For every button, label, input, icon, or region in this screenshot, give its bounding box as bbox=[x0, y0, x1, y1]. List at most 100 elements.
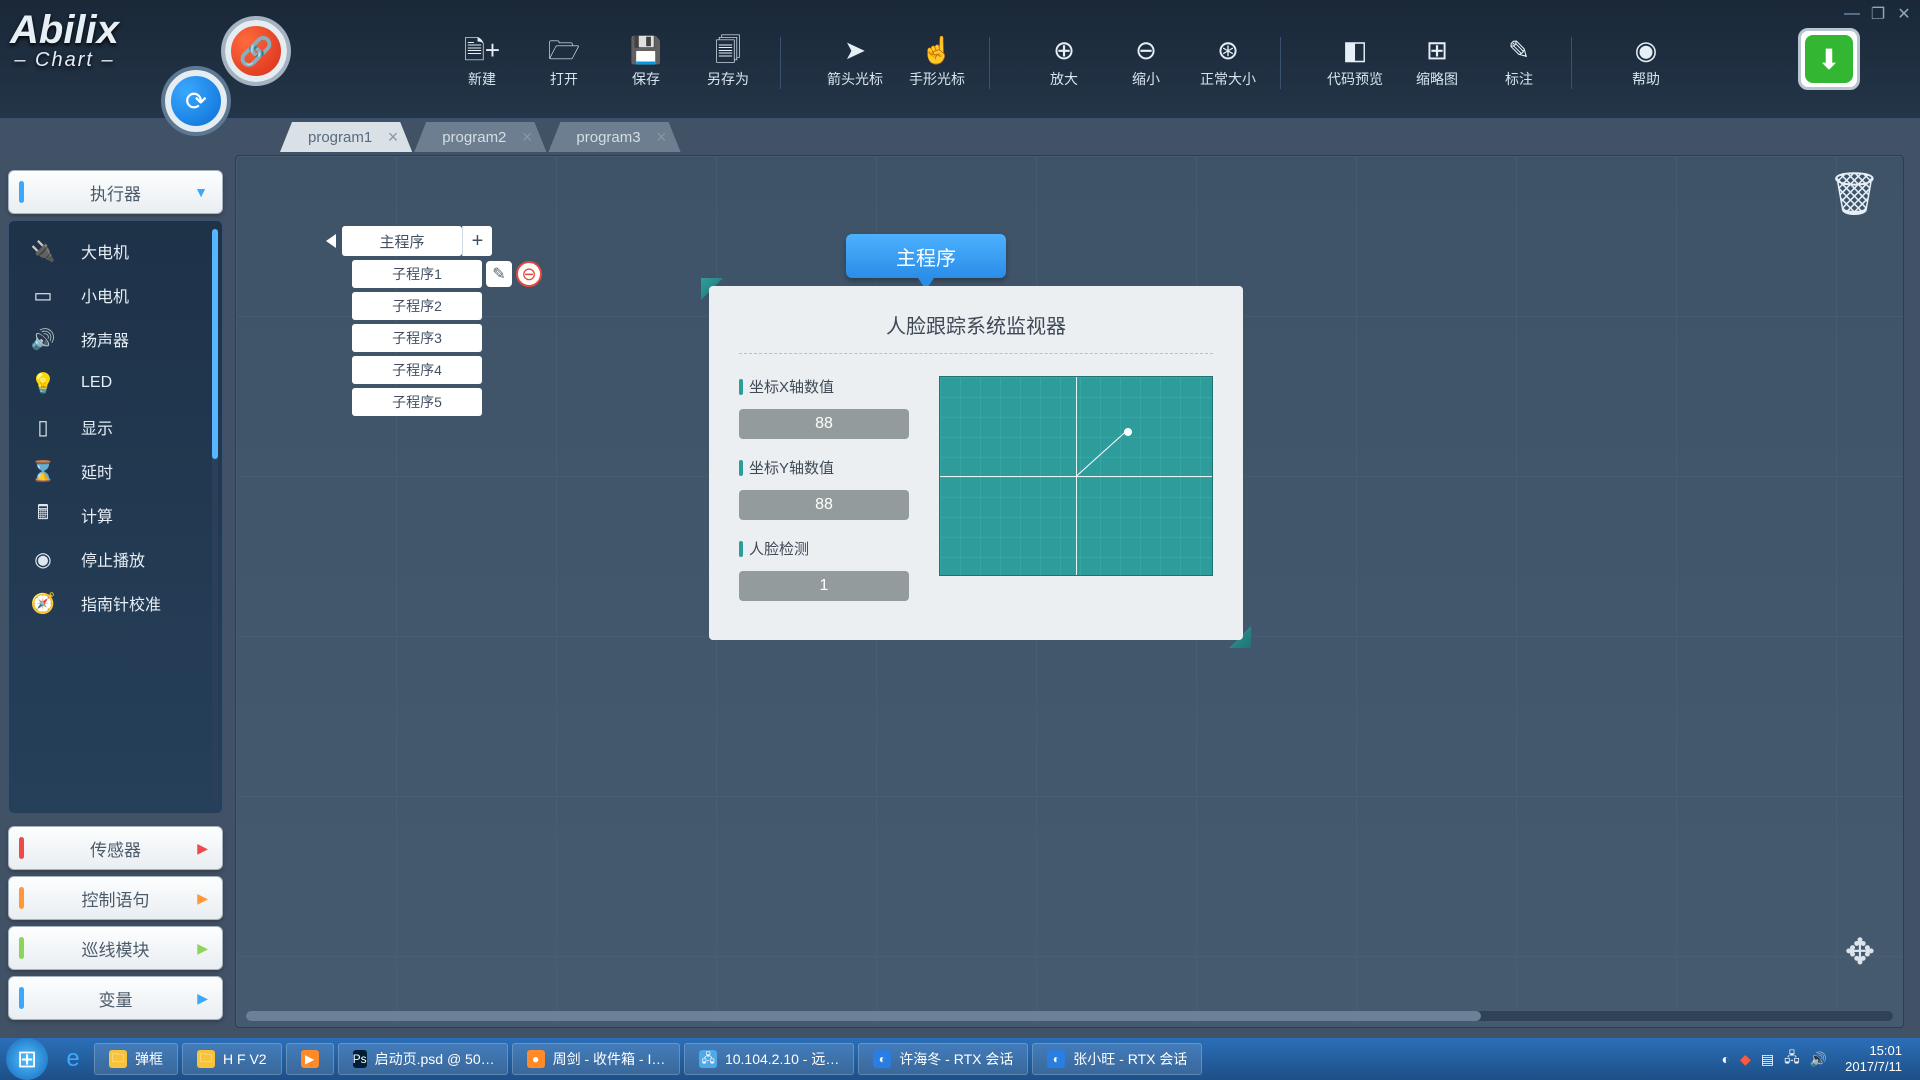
panel-header-控制语句[interactable]: 控制语句▶ bbox=[8, 876, 223, 920]
toolbar-label: 打开 bbox=[550, 69, 578, 89]
collapse-icon[interactable] bbox=[326, 234, 336, 248]
toolbar-放大[interactable]: ⊕放大 bbox=[1034, 37, 1094, 89]
system-tray[interactable]: ◐ ◆ ▤ 🖧 🔊 15:01 2017/7/11 bbox=[1722, 1043, 1920, 1074]
taskbar-app-icon: 🖧 bbox=[699, 1050, 717, 1068]
component-延时[interactable]: ⌛延时 bbox=[9, 449, 222, 493]
component-停止播放[interactable]: ◉ 停止播放 bbox=[9, 537, 222, 581]
toolbar-新建[interactable]: 🗎+新建 bbox=[452, 37, 512, 89]
download-button[interactable]: ⬇ bbox=[1798, 28, 1860, 90]
component-大电机[interactable]: 🔌大电机 bbox=[9, 229, 222, 273]
taskbar-item[interactable]: 🗀H F V2 bbox=[182, 1043, 282, 1075]
panel-header-active[interactable]: 执行器 ▼ bbox=[8, 170, 223, 214]
network-icon[interactable]: 🖧 bbox=[1784, 1047, 1800, 1071]
close-button[interactable]: ✕ bbox=[1892, 4, 1916, 24]
subprogram-item[interactable]: 子程序4 bbox=[352, 356, 482, 384]
taskbar-app-icon: 🗀 bbox=[197, 1050, 215, 1068]
toolbar-打开[interactable]: 🗁打开 bbox=[534, 37, 594, 89]
connect-button[interactable]: 🔗 bbox=[225, 20, 287, 82]
program-tree-main[interactable]: 主程序 + bbox=[326, 226, 492, 256]
toolbar-缩略图[interactable]: ⊞缩略图 bbox=[1407, 37, 1467, 89]
windows-taskbar: ⊞ e 🗀弹框🗀H F V2▶Ps启动页.psd @ 50…●周剑 - 收件箱 … bbox=[0, 1038, 1920, 1080]
chevron-right-icon: ▶ bbox=[197, 940, 208, 957]
taskbar-item[interactable]: Ps启动页.psd @ 50… bbox=[338, 1043, 508, 1075]
tray-icon[interactable]: ◐ bbox=[1722, 1051, 1730, 1067]
start-button[interactable]: ⊞ bbox=[6, 1038, 48, 1080]
toolbar-代码预览[interactable]: ◧代码预览 bbox=[1325, 37, 1385, 89]
tab-label: program2 bbox=[442, 129, 506, 146]
taskbar-clock[interactable]: 15:01 2017/7/11 bbox=[1837, 1043, 1910, 1074]
delete-subprogram-button[interactable]: ⊖ bbox=[516, 261, 542, 287]
toolbar-标注[interactable]: ✎ 标注 bbox=[1489, 37, 1549, 89]
toolbar-label: 标注 bbox=[1505, 69, 1533, 89]
chevron-right-icon: ▶ bbox=[197, 990, 208, 1007]
add-subprogram-button[interactable]: + bbox=[462, 226, 492, 256]
taskbar-app-icon: ◐ bbox=[873, 1050, 891, 1068]
component-小电机[interactable]: ▭小电机 bbox=[9, 273, 222, 317]
component-label: 显示 bbox=[81, 415, 113, 439]
toolbar-正常大小[interactable]: ⊛正常大小 bbox=[1198, 37, 1258, 89]
taskbar-item[interactable]: ▶ bbox=[286, 1043, 334, 1075]
canvas-area[interactable]: 🗑 ✥ 主程序 + 子程序1✎⊖ 子程序2 子程序3 子程序4 子程序5 主程序 人脸跟… bbox=[235, 155, 1904, 1028]
sidebar-scrollbar[interactable] bbox=[212, 229, 218, 805]
component-扬声器[interactable]: 🔊扬声器 bbox=[9, 317, 222, 361]
tray-icon[interactable]: ▤ bbox=[1761, 1051, 1774, 1068]
tab-close-icon[interactable]: × bbox=[522, 127, 533, 148]
maximize-button[interactable]: ❐ bbox=[1866, 4, 1890, 24]
subprogram-item[interactable]: 子程序5 bbox=[352, 388, 482, 416]
editor-tab[interactable]: program2 × bbox=[414, 122, 546, 152]
tray-icon[interactable]: ◆ bbox=[1740, 1051, 1751, 1068]
clock-time: 15:01 bbox=[1845, 1043, 1902, 1059]
toolbar-icon: ⊖ bbox=[1135, 37, 1157, 63]
component-显示[interactable]: ▯ 显示 bbox=[9, 405, 222, 449]
minimize-button[interactable]: — bbox=[1840, 4, 1864, 24]
taskbar-item[interactable]: ●周剑 - 收件箱 - I… bbox=[512, 1043, 681, 1075]
editor-tab[interactable]: program1× bbox=[280, 122, 412, 152]
component-指南针校准[interactable]: 🧭指南针校准 bbox=[9, 581, 222, 625]
face-tracking-monitor-dialog[interactable]: 人脸跟踪系统监视器 坐标X轴数值88坐标Y轴数值88人脸检测1 bbox=[701, 278, 1251, 648]
subprogram-item[interactable]: 子程序3 bbox=[352, 324, 482, 352]
main-program-block[interactable]: 主程序 bbox=[846, 234, 1006, 278]
component-计算[interactable]: 🖩计算 bbox=[9, 493, 222, 537]
dialog-content: 人脸跟踪系统监视器 坐标X轴数值88坐标Y轴数值88人脸检测1 bbox=[709, 286, 1243, 640]
toolbar-icon: ✎ bbox=[1508, 37, 1530, 63]
toolbar-保存[interactable]: 💾保存 bbox=[616, 37, 676, 89]
panel-header-传感器[interactable]: 传感器▶ bbox=[8, 826, 223, 870]
toolbar-手形光标[interactable]: ☝手形光标 bbox=[907, 37, 967, 89]
left-sidebar: 执行器 ▼ 🔌大电机▭小电机🔊扬声器💡LED ▯ 显示 ⌛延时🖩计算 ◉ 停止播放 🧭指南针… bbox=[8, 170, 223, 1020]
tab-close-icon[interactable]: × bbox=[388, 127, 399, 148]
taskbar-item[interactable]: 🖧10.104.2.10 - 远… bbox=[684, 1043, 854, 1075]
subprogram-label: 子程序5 bbox=[392, 392, 442, 412]
taskbar-item[interactable]: ◐许海冬 - RTX 会话 bbox=[858, 1043, 1028, 1075]
ie-icon[interactable]: e bbox=[54, 1040, 92, 1078]
component-icon: ◉ bbox=[27, 547, 59, 571]
component-LED[interactable]: 💡LED bbox=[9, 361, 222, 405]
component-label: 停止播放 bbox=[81, 547, 145, 571]
chevron-right-icon: ▶ bbox=[197, 840, 208, 857]
main-program-label[interactable]: 主程序 bbox=[342, 226, 462, 256]
taskbar-item[interactable]: 🗀弹框 bbox=[94, 1043, 178, 1075]
editor-tab[interactable]: program3× bbox=[548, 122, 680, 152]
toolbar-另存为[interactable]: 🗐另存为 bbox=[698, 37, 758, 89]
edit-subprogram-button[interactable]: ✎ bbox=[486, 261, 512, 287]
loop-mode-button[interactable]: ⟳ bbox=[165, 70, 227, 132]
toolbar-帮助[interactable]: ◉帮助 bbox=[1616, 37, 1676, 89]
scrollbar-thumb[interactable] bbox=[212, 229, 218, 459]
component-icon: ▯ bbox=[27, 415, 59, 439]
move-icon[interactable]: ✥ bbox=[1845, 931, 1875, 973]
panel-header-巡线模块[interactable]: 巡线模块▶ bbox=[8, 926, 223, 970]
toolbar-箭头光标[interactable]: ➤箭头光标 bbox=[825, 37, 885, 89]
trash-icon[interactable]: 🗑 bbox=[1828, 170, 1881, 219]
subprogram-item[interactable]: 子程序1✎⊖ bbox=[352, 260, 482, 288]
component-list[interactable]: 🔌大电机▭小电机🔊扬声器💡LED ▯ 显示 ⌛延时🖩计算 ◉ 停止播放 🧭指南针校准 bbox=[8, 220, 223, 814]
toolbar-icon: ⊞ bbox=[1426, 37, 1448, 63]
tab-close-icon[interactable]: × bbox=[656, 127, 667, 148]
app-logo: Abilix Chart bbox=[10, 8, 119, 72]
panel-header-变量[interactable]: 变量▶ bbox=[8, 976, 223, 1020]
taskbar-item[interactable]: ◐张小旺 - RTX 会话 bbox=[1032, 1043, 1202, 1075]
canvas-h-scrollbar[interactable] bbox=[246, 1011, 1893, 1021]
dialog-fields: 坐标X轴数值88坐标Y轴数值88人脸检测1 bbox=[739, 376, 909, 607]
toolbar-缩小[interactable]: ⊖缩小 bbox=[1116, 37, 1176, 89]
scrollbar-thumb[interactable] bbox=[246, 1011, 1481, 1021]
subprogram-item[interactable]: 子程序2 bbox=[352, 292, 482, 320]
volume-icon[interactable]: 🔊 bbox=[1810, 1051, 1827, 1068]
